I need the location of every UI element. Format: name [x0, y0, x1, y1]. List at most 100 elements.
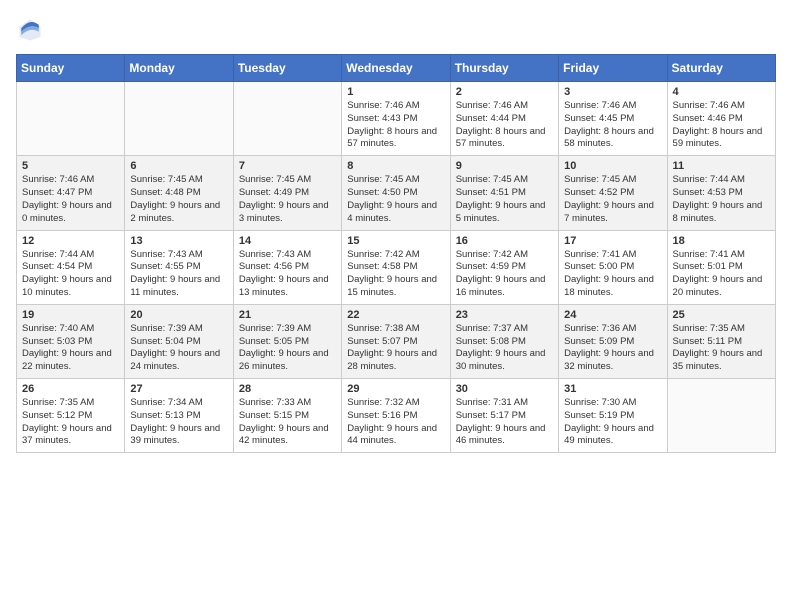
day-number: 3 — [564, 86, 661, 98]
day-number: 1 — [347, 86, 444, 98]
day-info: Sunrise: 7:46 AM Sunset: 4:45 PM Dayligh… — [564, 100, 661, 151]
day-number: 14 — [239, 235, 336, 247]
calendar-cell: 30 Sunrise: 7:31 AM Sunset: 5:17 PM Dayli… — [450, 379, 558, 453]
calendar-week-row: 12Sunrise: 7:44 AM Sunset: 4:54 PM Dayli… — [17, 230, 776, 304]
day-info: Sunrise: 7:45 AM Sunset: 4:50 PM Dayligh… — [347, 174, 444, 225]
day-info: Sunrise: 7:41 AM Sunset: 5:01 PM Dayligh… — [673, 249, 770, 300]
day-number: 30 — [456, 383, 553, 395]
calendar-week-row: 26 Sunrise: 7:35 AM Sunset: 5:12 PM Dayli… — [17, 379, 776, 453]
day-info: Sunrise: 7:46 AM Sunset: 4:46 PM Dayligh… — [673, 100, 770, 151]
day-number: 13 — [130, 235, 227, 247]
day-info: Sunrise: 7:32 AM Sunset: 5:16 PM Dayligh… — [347, 397, 444, 448]
calendar-cell — [17, 82, 125, 156]
day-info: Sunrise: 7:43 AM Sunset: 4:55 PM Dayligh… — [130, 249, 227, 300]
day-number: 8 — [347, 160, 444, 172]
day-info: Sunrise: 7:38 AM Sunset: 5:07 PM Dayligh… — [347, 323, 444, 374]
day-number: 16 — [456, 235, 553, 247]
day-number: 15 — [347, 235, 444, 247]
day-info: Sunrise: 7:46 AM Sunset: 4:47 PM Dayligh… — [22, 174, 119, 225]
calendar-cell: 8 Sunrise: 7:45 AM Sunset: 4:50 PM Daylig… — [342, 156, 450, 230]
weekday-header-row: SundayMondayTuesdayWednesdayThursdayFrid… — [17, 55, 776, 82]
day-info: Sunrise: 7:45 AM Sunset: 4:49 PM Dayligh… — [239, 174, 336, 225]
day-info: Sunrise: 7:46 AM Sunset: 4:43 PM Dayligh… — [347, 100, 444, 151]
calendar-cell: 4 Sunrise: 7:46 AM Sunset: 4:46 PM Daylig… — [667, 82, 775, 156]
day-number: 19 — [22, 309, 119, 321]
day-info: Sunrise: 7:39 AM Sunset: 5:05 PM Dayligh… — [239, 323, 336, 374]
calendar-cell: 24 Sunrise: 7:36 AM Sunset: 5:09 PM Dayli… — [559, 304, 667, 378]
calendar-table: SundayMondayTuesdayWednesdayThursdayFrid… — [16, 54, 776, 453]
day-number: 28 — [239, 383, 336, 395]
day-number: 10 — [564, 160, 661, 172]
day-info: Sunrise: 7:36 AM Sunset: 5:09 PM Dayligh… — [564, 323, 661, 374]
calendar-cell — [233, 82, 341, 156]
page-header — [16, 16, 776, 44]
calendar-cell: 9Sunrise: 7:45 AM Sunset: 4:51 PM Daylig… — [450, 156, 558, 230]
weekday-header-wednesday: Wednesday — [342, 55, 450, 82]
day-info: Sunrise: 7:30 AM Sunset: 5:19 PM Dayligh… — [564, 397, 661, 448]
day-number: 17 — [564, 235, 661, 247]
day-info: Sunrise: 7:33 AM Sunset: 5:15 PM Dayligh… — [239, 397, 336, 448]
calendar-cell: 25 Sunrise: 7:35 AM Sunset: 5:11 PM Dayli… — [667, 304, 775, 378]
day-number: 25 — [673, 309, 770, 321]
day-number: 27 — [130, 383, 227, 395]
day-info: Sunrise: 7:42 AM Sunset: 4:59 PM Dayligh… — [456, 249, 553, 300]
day-info: Sunrise: 7:45 AM Sunset: 4:52 PM Dayligh… — [564, 174, 661, 225]
logo — [16, 16, 48, 44]
calendar-cell: 2Sunrise: 7:46 AM Sunset: 4:44 PM Daylig… — [450, 82, 558, 156]
calendar-cell: 23 Sunrise: 7:37 AM Sunset: 5:08 PM Dayli… — [450, 304, 558, 378]
calendar-cell: 15 Sunrise: 7:42 AM Sunset: 4:58 PM Dayli… — [342, 230, 450, 304]
calendar-cell: 22Sunrise: 7:38 AM Sunset: 5:07 PM Dayli… — [342, 304, 450, 378]
day-number: 7 — [239, 160, 336, 172]
day-info: Sunrise: 7:37 AM Sunset: 5:08 PM Dayligh… — [456, 323, 553, 374]
calendar-cell: 3 Sunrise: 7:46 AM Sunset: 4:45 PM Daylig… — [559, 82, 667, 156]
logo-icon — [16, 16, 44, 44]
calendar-cell: 17Sunrise: 7:41 AM Sunset: 5:00 PM Dayli… — [559, 230, 667, 304]
day-number: 20 — [130, 309, 227, 321]
calendar-cell: 29Sunrise: 7:32 AM Sunset: 5:16 PM Dayli… — [342, 379, 450, 453]
day-info: Sunrise: 7:31 AM Sunset: 5:17 PM Dayligh… — [456, 397, 553, 448]
day-number: 4 — [673, 86, 770, 98]
weekday-header-saturday: Saturday — [667, 55, 775, 82]
calendar-cell: 1 Sunrise: 7:46 AM Sunset: 4:43 PM Daylig… — [342, 82, 450, 156]
day-number: 6 — [130, 160, 227, 172]
day-number: 23 — [456, 309, 553, 321]
calendar-cell: 18 Sunrise: 7:41 AM Sunset: 5:01 PM Dayli… — [667, 230, 775, 304]
day-number: 5 — [22, 160, 119, 172]
day-number: 24 — [564, 309, 661, 321]
day-info: Sunrise: 7:35 AM Sunset: 5:12 PM Dayligh… — [22, 397, 119, 448]
day-info: Sunrise: 7:40 AM Sunset: 5:03 PM Dayligh… — [22, 323, 119, 374]
day-info: Sunrise: 7:43 AM Sunset: 4:56 PM Dayligh… — [239, 249, 336, 300]
weekday-header-monday: Monday — [125, 55, 233, 82]
day-number: 21 — [239, 309, 336, 321]
calendar-cell: 11Sunrise: 7:44 AM Sunset: 4:53 PM Dayli… — [667, 156, 775, 230]
calendar-week-row: 5 Sunrise: 7:46 AM Sunset: 4:47 PM Daylig… — [17, 156, 776, 230]
calendar-cell: 16 Sunrise: 7:42 AM Sunset: 4:59 PM Dayli… — [450, 230, 558, 304]
calendar-cell: 12Sunrise: 7:44 AM Sunset: 4:54 PM Dayli… — [17, 230, 125, 304]
calendar-cell: 26 Sunrise: 7:35 AM Sunset: 5:12 PM Dayli… — [17, 379, 125, 453]
day-info: Sunrise: 7:45 AM Sunset: 4:48 PM Dayligh… — [130, 174, 227, 225]
day-info: Sunrise: 7:35 AM Sunset: 5:11 PM Dayligh… — [673, 323, 770, 374]
day-number: 18 — [673, 235, 770, 247]
calendar-cell: 6 Sunrise: 7:45 AM Sunset: 4:48 PM Daylig… — [125, 156, 233, 230]
calendar-cell — [667, 379, 775, 453]
weekday-header-tuesday: Tuesday — [233, 55, 341, 82]
day-number: 12 — [22, 235, 119, 247]
calendar-cell: 10 Sunrise: 7:45 AM Sunset: 4:52 PM Dayli… — [559, 156, 667, 230]
calendar-cell: 28 Sunrise: 7:33 AM Sunset: 5:15 PM Dayli… — [233, 379, 341, 453]
day-number: 26 — [22, 383, 119, 395]
day-number: 31 — [564, 383, 661, 395]
calendar-week-row: 19 Sunrise: 7:40 AM Sunset: 5:03 PM Dayli… — [17, 304, 776, 378]
calendar-cell: 20Sunrise: 7:39 AM Sunset: 5:04 PM Dayli… — [125, 304, 233, 378]
calendar-week-row: 1 Sunrise: 7:46 AM Sunset: 4:43 PM Daylig… — [17, 82, 776, 156]
day-info: Sunrise: 7:42 AM Sunset: 4:58 PM Dayligh… — [347, 249, 444, 300]
day-number: 2 — [456, 86, 553, 98]
calendar-cell: 13 Sunrise: 7:43 AM Sunset: 4:55 PM Dayli… — [125, 230, 233, 304]
weekday-header-sunday: Sunday — [17, 55, 125, 82]
calendar-cell: 19 Sunrise: 7:40 AM Sunset: 5:03 PM Dayli… — [17, 304, 125, 378]
calendar-cell — [125, 82, 233, 156]
day-info: Sunrise: 7:45 AM Sunset: 4:51 PM Dayligh… — [456, 174, 553, 225]
weekday-header-friday: Friday — [559, 55, 667, 82]
calendar-cell: 14 Sunrise: 7:43 AM Sunset: 4:56 PM Dayli… — [233, 230, 341, 304]
day-number: 11 — [673, 160, 770, 172]
calendar-cell: 27Sunrise: 7:34 AM Sunset: 5:13 PM Dayli… — [125, 379, 233, 453]
